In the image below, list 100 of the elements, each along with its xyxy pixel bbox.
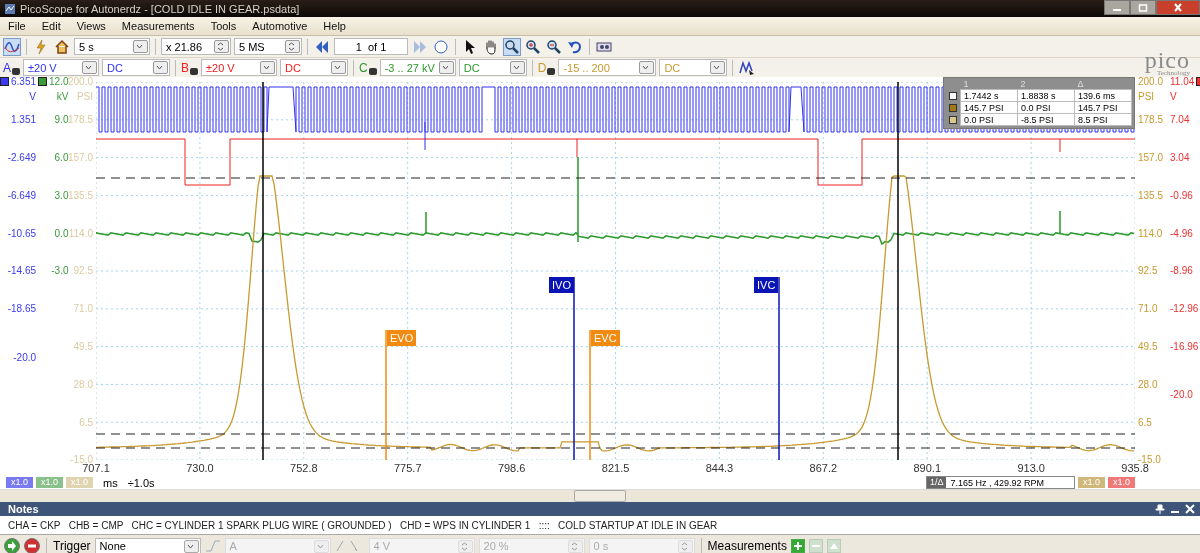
ruler-swatch-icon [949,115,957,124]
table-cell: 1.8838 s [1017,89,1075,102]
x-tick-label: 752.8 [289,462,319,474]
zoom-in-button[interactable] [524,37,542,56]
range-dropdown[interactable]: -3 .. 27 kV [379,59,456,76]
channel-button[interactable]: D [537,60,556,75]
axis-tick-label: -4.96 [1169,227,1194,239]
menu-item[interactable]: Automotive [244,20,316,32]
axis-tick-label: -2.649 [6,152,38,164]
ruler-line[interactable] [96,433,1135,435]
ruler-line[interactable] [96,177,1135,179]
x-tick-label: 821.5 [600,462,631,474]
start-button[interactable] [4,538,20,553]
horizontal-scrollbar[interactable] [0,489,1200,502]
zoom-spinner[interactable]: x 21.86 [161,38,231,55]
zoom-out-button[interactable] [545,37,563,56]
zoom-in-icon [525,38,541,55]
channel-button[interactable]: C [359,60,377,75]
coupling-dropdown[interactable]: DC [458,59,527,76]
zoom-out-icon [546,38,562,55]
axis-tick-label: 92.5 [1137,265,1159,277]
axis-tick-label: 92.5 [72,265,95,277]
axis-tick-label: -16.96 [1169,341,1200,353]
timebase-dropdown[interactable]: 5 s [74,38,150,55]
stop-button[interactable] [24,538,40,553]
notes-text[interactable]: CHA = CKP CHB = CMP CHC = CYLINDER 1 SPARK PLUG WIRE ( GROUNDED ) CHD = WPS IN CYLINDER 1 :::: COLD STARTUP AT IDLE IN GEAR [0,516,1200,535]
axis-tick-label: 11.04 [1170,76,1195,87]
readout-value: 7.165 Hz , 429.92 RPM [949,477,1045,488]
axis-tick-label: -14.65 [6,265,38,277]
samples-spinner[interactable]: 5 MS [234,38,302,55]
app-icon [4,2,16,15]
axis-tick-label: -20.0 [1169,388,1194,401]
menu-item[interactable]: Views [68,20,114,32]
add-measurement-button[interactable] [790,539,805,553]
home-button[interactable] [53,37,71,56]
axis-tick-label: 7.04 [1169,114,1191,126]
x-unit-label: ms [103,476,118,489]
marker-label: IVO [549,277,574,293]
spinner-arrows-icon [286,42,297,51]
channel-button[interactable]: A [3,60,20,75]
axis-tick-label: -20.0 [12,350,38,363]
maximize-button[interactable] [1130,0,1156,15]
coupling-dropdown[interactable]: DC [102,59,170,76]
arrow-icon [7,541,17,551]
axis-tick-label: 178.5 [68,114,95,126]
axis-tick-label: 157.0 [1137,152,1165,164]
axis-tick-label: -18.65 [6,303,38,315]
menu-item[interactable]: Edit [33,20,69,32]
menu-item[interactable]: File [0,20,34,32]
axis-tick-label: 114.0 [68,227,95,239]
axis-tick-label: 1.351 [10,114,38,126]
spinner-arrows-icon [215,42,226,51]
range-dropdown[interactable]: -15 .. 200 [558,59,657,76]
range-dropdown[interactable]: ±20 V [23,59,99,76]
ruler-line[interactable] [96,447,1135,449]
axis-tick-label: 200.0 [68,76,94,87]
x-tick-label: 798.6 [496,462,527,474]
plus-icon [792,541,803,551]
waveform-cursor-icon [739,59,756,76]
trigger-mode-dropdown[interactable]: None [94,537,201,553]
scrollbar-thumb[interactable] [574,490,626,502]
trigger-label: Trigger [53,539,91,553]
axis-tick-label: 114.0 [1137,227,1164,239]
scale-badge[interactable]: x1.0 [6,477,33,488]
axis-tick-label: 28.0 [1137,378,1159,390]
close-icon[interactable] [1185,504,1195,514]
x-tick-label: 913.0 [1016,462,1046,474]
marker-label: EVC [591,330,620,346]
coupling-dropdown[interactable]: DC [280,59,349,76]
axis-tick-label: 12.0 [49,76,69,87]
readout-label: 1/Δ [929,477,944,488]
marker-label: IVC [754,277,779,293]
menu-item[interactable]: Help [315,20,354,32]
axis-tick-label: -8.96 [1169,265,1194,277]
axis-tick-label: 6.5 [1137,416,1153,428]
marker-label: EVO [387,330,417,346]
close-button[interactable] [1156,0,1200,15]
menu-item[interactable]: Measurements [113,20,203,32]
axis-tick-label: -6.649 [6,189,38,201]
scale-badge[interactable]: x1.0 [1108,477,1135,488]
axis-tick-label: 6.5 [78,416,95,428]
page-field[interactable]: 1 of 1 [334,38,408,55]
axis-tick-label: 49.5 [1137,341,1159,353]
axis-tick-label: 135.5 [1137,189,1165,201]
menu-item[interactable]: Tools [202,20,245,32]
minimize-button[interactable] [1104,0,1130,15]
channel-button[interactable]: B [181,60,199,75]
forward-icon [412,38,428,55]
range-dropdown[interactable]: ±20 V [201,59,278,76]
waveform-button[interactable] [3,37,21,56]
axis-tick-label: -12.96 [1169,303,1200,315]
pin-icon[interactable] [1155,504,1165,514]
ruler-swatch-icon [949,103,957,112]
coupling-dropdown[interactable]: DC [659,59,728,76]
column-header: Δ [1074,79,1132,90]
triangle-icon [828,541,839,551]
zoom-button[interactable] [503,37,521,56]
x-tick-label: 844.3 [704,462,735,474]
table-cell: 1.7442 s [960,89,1018,102]
axis-tick-label: 71.0 [1137,303,1159,315]
